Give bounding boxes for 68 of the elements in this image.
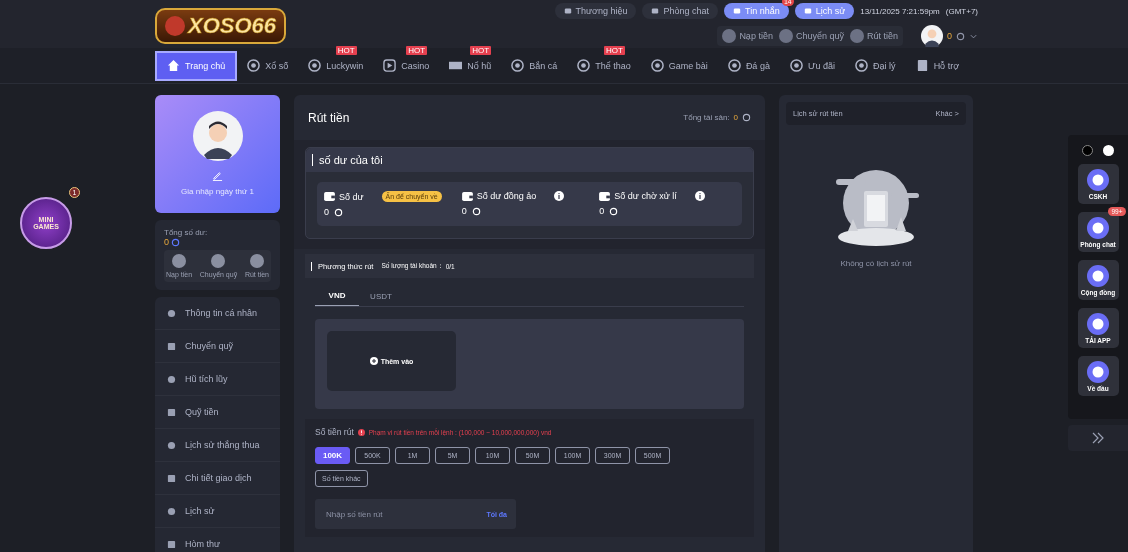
plus-icon [369,357,378,365]
chevrons-right-icon [1091,431,1105,445]
nav-tab[interactable]: Đại lý [845,50,906,81]
assets-value: 0 [733,113,738,122]
assets-label: Tổng tài sản: [683,113,730,122]
menu-item[interactable]: Hũ tích lũy [155,363,280,396]
date-time: 13/11/2025 7:21:59pm [860,6,940,16]
balance-value: 0 [599,206,605,216]
circle-icon [722,29,737,43]
circle-icon [778,29,793,43]
circle-icon [849,29,864,43]
total-balance-value: 0 [164,237,169,247]
amount-label: Số tiền rút [315,427,354,437]
nav-tab[interactable]: Xổ số [237,50,299,81]
circle-icon [172,254,187,268]
balance-label: Số dư [339,191,364,202]
timezone: (GMT+7) [945,6,978,16]
warning-icon [357,428,365,436]
play-icon [383,59,397,72]
dark-theme-icon[interactable] [1082,145,1093,156]
nav-tab[interactable]: Hỗ trợ [905,50,970,81]
nav-tab[interactable]: Ưu đãi [779,50,846,81]
wallet-action[interactable]: Rút tiền [849,29,898,43]
nav-tab[interactable]: Đá gà [717,50,780,81]
avatar[interactable] [921,25,943,47]
info-icon[interactable] [694,191,705,201]
avatar[interactable] [192,111,243,161]
currency-tab[interactable]: VND [315,286,359,306]
amount-chip[interactable]: 100K [315,447,350,464]
join-text: Gia nhập ngày thứ 1 [181,187,254,196]
wallet-action[interactable]: Nạp tiền [722,29,773,43]
section-title: số dư của tôi [312,154,383,166]
top-link[interactable]: Phòng chat [642,3,719,19]
hot-badge: HOT [470,45,492,55]
logo[interactable]: XOSO66 [155,8,287,44]
menu-item[interactable]: Chuyển quỹ [155,330,280,363]
hot-badge: HOT [604,45,625,55]
total-balance-label: Tổng số dư: [164,228,209,237]
balance-label: Số dư chờ xử lí [614,191,677,201]
currency-tab[interactable]: USDT [359,286,403,306]
page-title: Rút tiền [308,110,350,125]
light-theme-icon[interactable] [1103,145,1114,156]
balance-value: 0 [947,31,952,41]
hot-badge: HOT [335,45,357,55]
empty-message: Không có lịch sử rút [840,259,912,268]
circle-icon [249,254,264,268]
refresh-icon[interactable] [956,31,965,41]
menu-item[interactable]: Lịch sử thắng thua [155,429,280,462]
refresh-icon[interactable] [742,113,751,122]
wallet-action[interactable]: Chuyển quỹ [778,29,844,43]
menu-item[interactable]: Quỹ tiền [155,396,280,429]
menu-item[interactable]: Thông tin cá nhân [155,297,280,330]
menu-item[interactable]: Lịch sử [155,495,280,528]
menu-item[interactable]: Hòm thư [155,528,280,552]
coin-icon [247,59,261,72]
top-link[interactable]: Thương hiệu [554,3,637,19]
home-icon [167,59,180,72]
nav-tab[interactable]: Trang chủ [155,50,238,81]
balance-value: 0 [324,207,329,217]
nav-tab[interactable]: Game bài [640,50,718,81]
circle-icon [211,254,226,268]
info-icon[interactable] [554,191,565,201]
menu-item[interactable]: Chi tiết giao dịch [155,462,280,495]
nav-tab[interactable]: Bắn cá [501,50,568,81]
balance-label: Số dư đồng ảo [476,191,537,201]
hot-badge: HOT [406,45,428,55]
balance-value: 0 [461,206,467,216]
edit-icon[interactable] [212,170,223,181]
